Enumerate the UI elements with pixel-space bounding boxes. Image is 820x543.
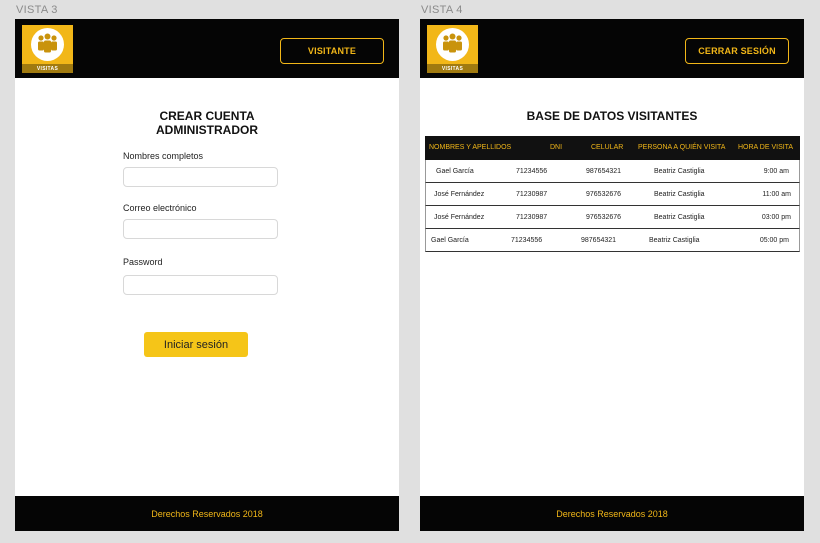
cell-dni: 71230987 xyxy=(516,214,548,221)
table-row[interactable]: Gael García 71234556 987654321 Beatriz C… xyxy=(425,229,800,252)
email-label: Correo electrónico xyxy=(123,203,197,213)
logo[interactable]: VISITAS xyxy=(427,25,478,73)
table-row[interactable]: Gael García 71234556 987654321 Beatriz C… xyxy=(425,160,800,183)
vista-4-frame: VISITAS CERRAR SESIÓN BASE DE DATOS VISI… xyxy=(420,19,804,531)
form-title-line-1: CREAR CUENTA xyxy=(159,109,255,123)
full-name-label: Nombres completos xyxy=(123,151,204,161)
password-input[interactable] xyxy=(123,275,278,295)
vista-3-frame: VISITAS VISITANTE CREAR CUENTA ADMINISTR… xyxy=(15,19,399,531)
full-name-input[interactable] xyxy=(123,167,278,187)
table-header: NOMBRES Y APELLIDOS DNI CELULAR PERSONA … xyxy=(425,136,800,160)
login-button[interactable]: Iniciar sesión xyxy=(144,332,248,357)
cell-time: 05:00 pm xyxy=(759,237,789,244)
cell-host: Beatriz Castiglia xyxy=(654,191,705,198)
artboard-label-vista-4: VISTA 4 xyxy=(421,4,463,16)
cell-dni: 71234556 xyxy=(511,237,543,244)
footer: Derechos Reservados 2018 xyxy=(15,496,399,531)
logo-circle xyxy=(436,28,469,61)
logo-text: VISITAS xyxy=(441,66,464,72)
cell-name: Gael García xyxy=(436,168,474,175)
cell-time: 11:00 am xyxy=(762,191,791,198)
column-header-name: NOMBRES Y APELLIDOS xyxy=(429,144,512,151)
logo[interactable]: VISITAS xyxy=(22,25,73,73)
table-row[interactable]: José Fernández 71230987 976532676 Beatri… xyxy=(425,206,800,229)
cell-name: José Fernández xyxy=(434,191,485,198)
header: VISITAS VISITANTE xyxy=(15,19,399,78)
logo-text: VISITAS xyxy=(36,66,59,72)
cell-dni: 71230987 xyxy=(516,191,548,198)
column-header-time: HORA DE VISITA xyxy=(738,144,794,151)
group-of-people-icon xyxy=(443,33,462,53)
cell-host: Beatriz Castiglia xyxy=(649,237,700,244)
table-title: BASE DE DATOS VISITANTES xyxy=(526,109,698,123)
cell-phone: 976532676 xyxy=(586,191,622,198)
logo-circle xyxy=(31,28,64,61)
artboard-label-vista-3: VISTA 3 xyxy=(16,4,58,16)
cell-host: Beatriz Castiglia xyxy=(654,168,705,175)
footer: Derechos Reservados 2018 xyxy=(420,496,804,531)
cell-name: Gael García xyxy=(431,237,469,244)
cell-dni: 71234556 xyxy=(516,168,548,175)
column-header-host: PERSONA A QUIÉN VISITA xyxy=(638,144,726,151)
cell-phone: 976532676 xyxy=(586,214,622,221)
logout-button[interactable]: CERRAR SESIÓN xyxy=(685,38,789,64)
cell-phone: 987654321 xyxy=(586,168,622,175)
group-of-people-icon xyxy=(38,33,57,53)
form-title-line-2: ADMINISTRADOR xyxy=(156,123,258,137)
cell-time: 03:00 pm xyxy=(761,214,791,221)
visitors-table: NOMBRES Y APELLIDOS DNI CELULAR PERSONA … xyxy=(425,136,800,252)
cell-name: José Fernández xyxy=(434,214,485,221)
column-header-dni: DNI xyxy=(550,144,563,151)
password-label: Password xyxy=(123,257,163,267)
email-input[interactable] xyxy=(123,219,278,239)
header: VISITAS CERRAR SESIÓN xyxy=(420,19,804,78)
table-row[interactable]: José Fernández 71230987 976532676 Beatri… xyxy=(425,183,800,206)
column-header-phone: CELULAR xyxy=(591,144,624,151)
cell-time: 9:00 am xyxy=(763,168,789,175)
cell-phone: 987654321 xyxy=(581,237,617,244)
visitante-button[interactable]: VISITANTE xyxy=(280,38,384,64)
cell-host: Beatriz Castiglia xyxy=(654,214,705,221)
form-title: CREAR CUENTA ADMINISTRADOR xyxy=(15,109,399,137)
